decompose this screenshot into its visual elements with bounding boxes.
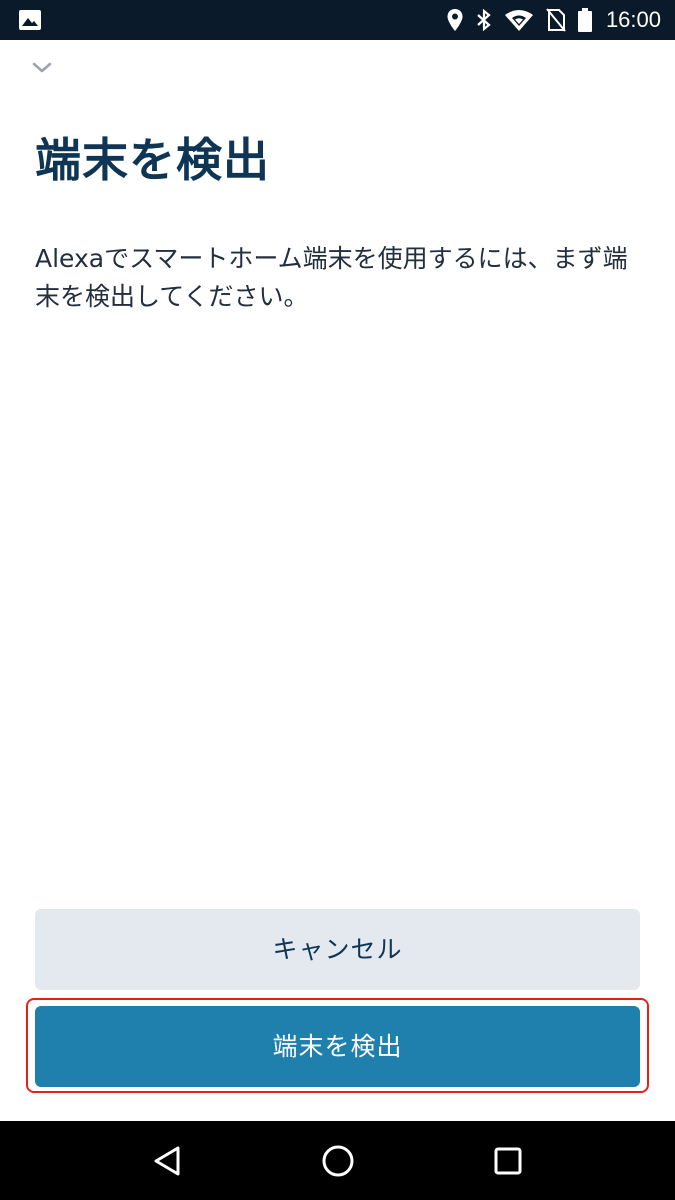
discover-devices-screen: 16:00 端末を検出 Alexaでスマートホーム端末を使用するには、まず端末を… [0,0,675,1200]
home-icon [322,1145,354,1177]
chevron-down-icon [32,62,52,73]
back-icon [154,1146,180,1176]
collapse-button[interactable] [28,54,56,82]
discover-devices-button[interactable]: 端末を検出 [35,1006,640,1087]
cancel-button[interactable]: キャンセル [35,909,640,990]
status-bar: 16:00 [0,0,675,40]
location-icon [447,9,463,31]
home-button[interactable] [318,1141,358,1181]
back-button[interactable] [148,1141,188,1181]
bluetooth-icon [477,8,491,32]
status-time: 16:00 [605,7,661,32]
wifi-icon [504,10,533,31]
description-text: Alexaでスマートホーム端末を使用するには、まず端末を検出してください。 [35,244,628,311]
page-title: 端末を検出 [35,133,270,187]
no-sim-icon [546,8,566,32]
recents-button[interactable] [488,1141,528,1181]
battery-icon [577,8,592,32]
recents-icon [494,1147,522,1175]
navigation-bar [0,1121,675,1200]
image-icon [19,10,41,30]
